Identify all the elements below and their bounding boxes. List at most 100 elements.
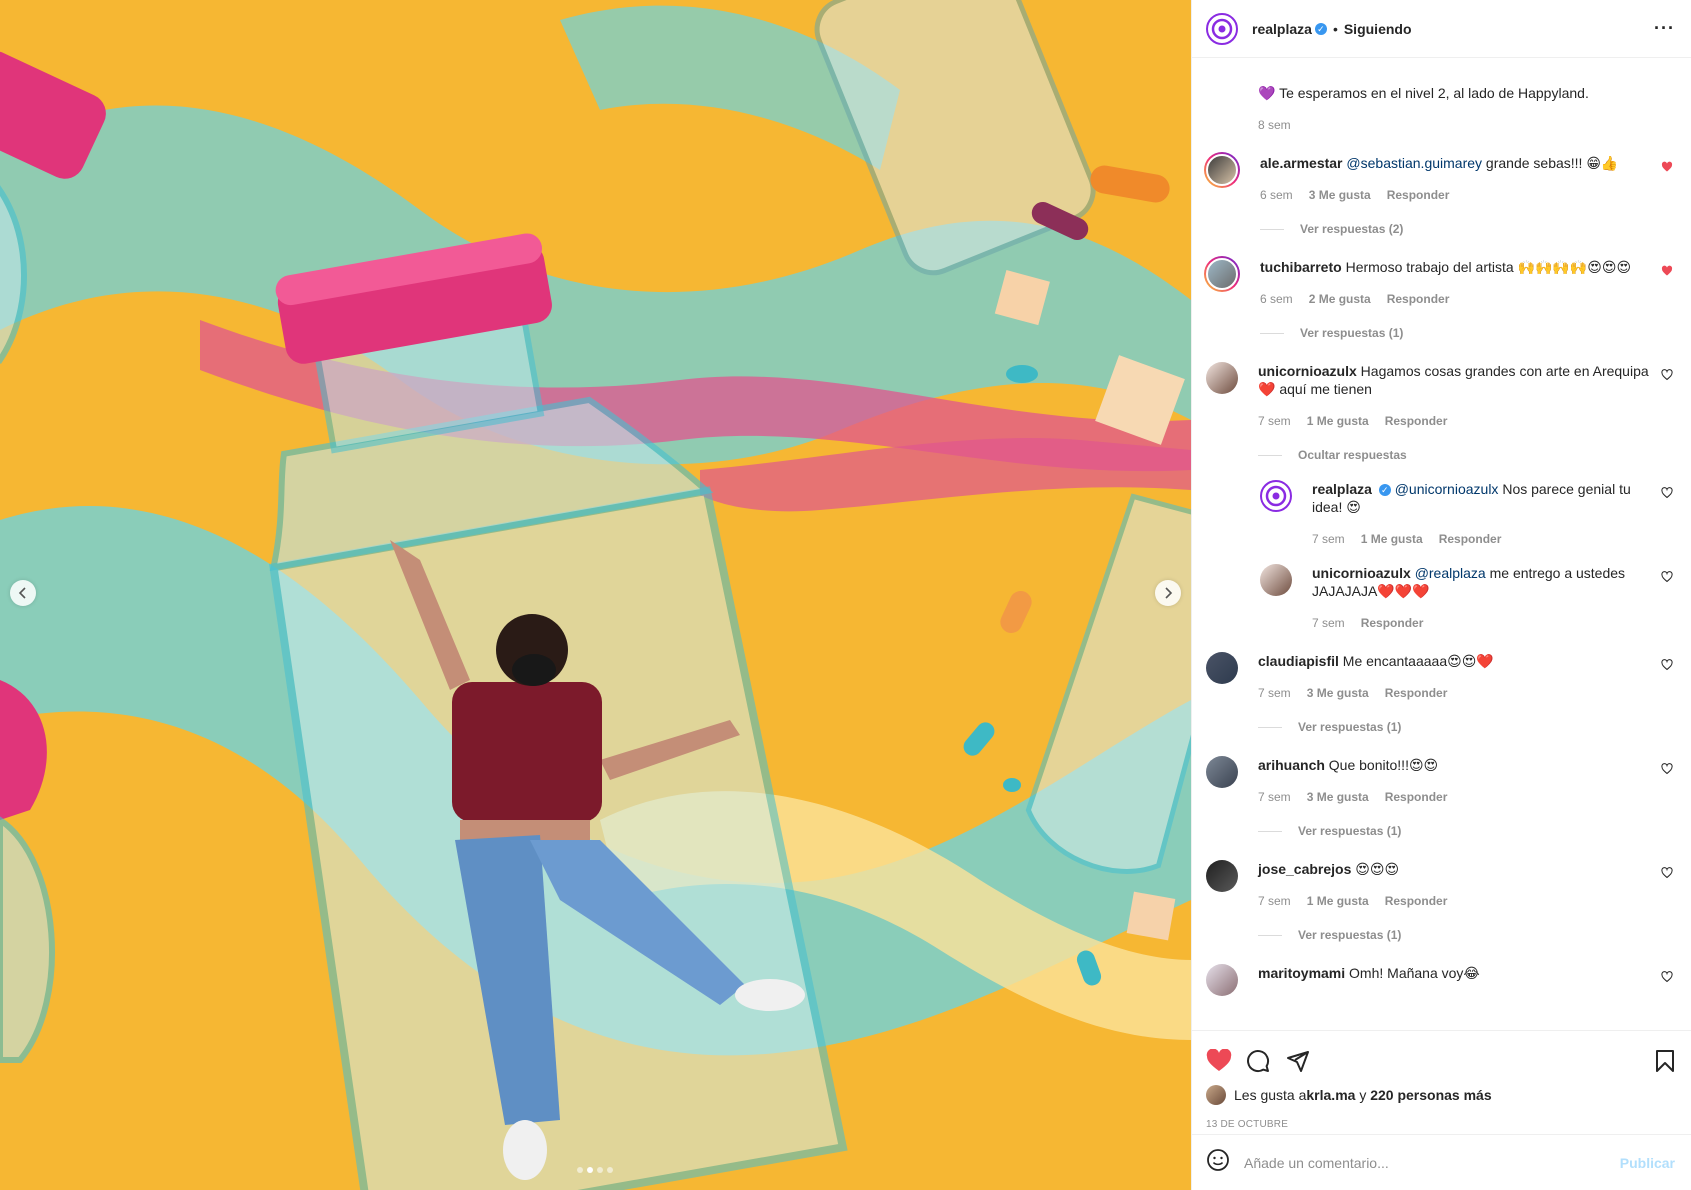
comment-likes-count[interactable]: 1 Me gusta (1307, 892, 1369, 910)
post-date[interactable]: 13 de octubre (1206, 1119, 1675, 1130)
liked-heart-icon[interactable] (1661, 264, 1673, 282)
replies-divider (1258, 726, 1282, 728)
reply-mention[interactable]: @realplaza (1415, 565, 1486, 581)
more-options-icon[interactable]: ··· (1654, 18, 1675, 39)
commenter-avatar[interactable] (1206, 860, 1238, 892)
reply-time[interactable]: 7 sem (1312, 530, 1345, 548)
comment-time[interactable]: 7 sem (1258, 684, 1291, 702)
comment-username[interactable]: claudiapisfil (1258, 653, 1339, 669)
share-button[interactable] (1286, 1041, 1326, 1081)
reply-button[interactable]: Responder (1385, 684, 1448, 702)
like-heart-icon[interactable] (1661, 658, 1673, 676)
comment-meta: 7 sem 1 Me gusta Responder (1258, 412, 1649, 430)
comment-input[interactable] (1244, 1154, 1620, 1171)
reply-username[interactable]: realplaza (1312, 481, 1372, 497)
comment-meta: 6 sem 3 Me gusta Responder (1260, 186, 1649, 204)
comment-username[interactable]: jose_cabrejos (1258, 861, 1351, 877)
carousel-indicator (577, 1167, 613, 1173)
view-replies-label: Ver respuestas (1) (1298, 824, 1402, 838)
comment-username[interactable]: unicornioazulx (1258, 363, 1357, 379)
comment-time[interactable]: 7 sem (1258, 412, 1291, 430)
comment-likes-count[interactable]: 1 Me gusta (1307, 412, 1369, 430)
comment-text: Omh! Mañana voy😂 (1345, 965, 1480, 981)
view-replies-button[interactable]: Ver respuestas (2) (1260, 220, 1649, 238)
reply-meta: 7 sem Responder (1312, 614, 1649, 632)
commenter-avatar[interactable] (1206, 964, 1238, 996)
like-heart-icon[interactable] (1661, 970, 1673, 988)
carousel-dot (607, 1167, 613, 1173)
like-heart-icon[interactable] (1661, 368, 1673, 386)
reply-button[interactable]: Responder (1387, 186, 1450, 204)
like-heart-icon[interactable] (1661, 866, 1673, 884)
comments-list[interactable]: 💜 Te esperamos en el nivel 2, al lado de… (1192, 58, 1691, 1030)
like-heart-icon[interactable] (1661, 762, 1673, 780)
comment-time[interactable]: 6 sem (1260, 186, 1293, 204)
likes-count[interactable]: 220 personas más (1370, 1087, 1491, 1103)
post-header: realplaza ✓ • Siguiendo ··· (1192, 0, 1691, 58)
hide-replies-label: Ocultar respuestas (1298, 448, 1407, 462)
likes-user[interactable]: krla.ma (1306, 1087, 1355, 1103)
commenter-avatar[interactable] (1206, 756, 1238, 788)
commenter-avatar-ring[interactable] (1204, 256, 1240, 292)
comment-button[interactable] (1246, 1041, 1286, 1081)
comment-body: maritoymami Omh! Mañana voy😂 (1258, 964, 1675, 996)
author-username[interactable]: realplaza (1252, 21, 1312, 37)
reply-button[interactable]: Responder (1385, 788, 1448, 806)
reply-likes-count[interactable]: 1 Me gusta (1361, 530, 1423, 548)
reply-username[interactable]: unicornioazulx (1312, 565, 1411, 581)
comment-item: arihuanch Que bonito!!!😍😍 7 sem 3 Me gus… (1206, 756, 1675, 840)
comment-username[interactable]: tuchibarreto (1260, 259, 1342, 275)
realplaza-logo-icon (1265, 485, 1287, 507)
verified-badge-icon: ✓ (1314, 22, 1327, 35)
view-replies-button[interactable]: Ver respuestas (1) (1258, 926, 1649, 944)
emoji-button[interactable] (1206, 1148, 1230, 1177)
reply-button[interactable]: Responder (1361, 614, 1424, 632)
reply-avatar[interactable] (1260, 480, 1292, 512)
reply-button[interactable]: Responder (1387, 290, 1450, 308)
reply-body: realplaza ✓ @unicornioazulx Nos parece g… (1312, 480, 1675, 548)
reply-mention[interactable]: @unicornioazulx (1395, 481, 1499, 497)
comment-time[interactable]: 7 sem (1258, 892, 1291, 910)
like-heart-icon[interactable] (1661, 486, 1673, 504)
comment-likes-count[interactable]: 3 Me gusta (1307, 684, 1369, 702)
hide-replies-button[interactable]: Ocultar respuestas (1258, 446, 1649, 464)
commenter-avatar-ring[interactable] (1204, 152, 1240, 188)
reply-button[interactable]: Responder (1439, 530, 1502, 548)
comment-username[interactable]: maritoymami (1258, 965, 1345, 981)
likes-summary[interactable]: Les gusta a krla.ma y 220 personas más (1206, 1085, 1675, 1105)
publish-button[interactable]: Publicar (1620, 1155, 1675, 1171)
comment-likes-count[interactable]: 3 Me gusta (1307, 788, 1369, 806)
comment-likes-count[interactable]: 3 Me gusta (1309, 186, 1371, 204)
view-replies-label: Ver respuestas (2) (1300, 222, 1404, 236)
author-avatar[interactable] (1206, 12, 1238, 45)
comment-text: Que bonito!!!😍😍 (1324, 757, 1439, 773)
view-replies-button[interactable]: Ver respuestas (1) (1258, 822, 1649, 840)
comment-time[interactable]: 6 sem (1260, 290, 1293, 308)
carousel-dot (597, 1167, 603, 1173)
reply-button[interactable]: Responder (1385, 892, 1448, 910)
reply-time[interactable]: 7 sem (1312, 614, 1345, 632)
following-button[interactable]: Siguiendo (1344, 21, 1412, 37)
post-actions: Les gusta a krla.ma y 220 personas más 1… (1192, 1030, 1691, 1190)
next-slide-button[interactable] (1155, 580, 1181, 606)
like-button[interactable] (1206, 1041, 1246, 1081)
commenter-avatar[interactable] (1206, 362, 1238, 394)
post-side-panel: realplaza ✓ • Siguiendo ··· 💜 Te esperam… (1191, 0, 1691, 1190)
comment-mention[interactable]: @sebastian.guimarey (1346, 155, 1482, 171)
comment-meta: 7 sem 3 Me gusta Responder (1258, 684, 1649, 702)
caption-time[interactable]: 8 sem (1258, 116, 1291, 134)
like-heart-icon[interactable] (1661, 570, 1673, 588)
save-button[interactable] (1635, 1041, 1675, 1081)
comment-body: jose_cabrejos 😍😍😍 7 sem 1 Me gusta Respo… (1258, 860, 1675, 944)
comment-likes-count[interactable]: 2 Me gusta (1309, 290, 1371, 308)
comment-time[interactable]: 7 sem (1258, 788, 1291, 806)
comment-username[interactable]: arihuanch (1258, 757, 1325, 773)
commenter-avatar[interactable] (1206, 652, 1238, 684)
reply-button[interactable]: Responder (1385, 412, 1448, 430)
liked-heart-icon[interactable] (1661, 160, 1673, 178)
reply-avatar[interactable] (1260, 564, 1292, 596)
view-replies-button[interactable]: Ver respuestas (1) (1260, 324, 1649, 342)
previous-slide-button[interactable] (10, 580, 36, 606)
view-replies-button[interactable]: Ver respuestas (1) (1258, 718, 1649, 736)
comment-username[interactable]: ale.armestar (1260, 155, 1343, 171)
